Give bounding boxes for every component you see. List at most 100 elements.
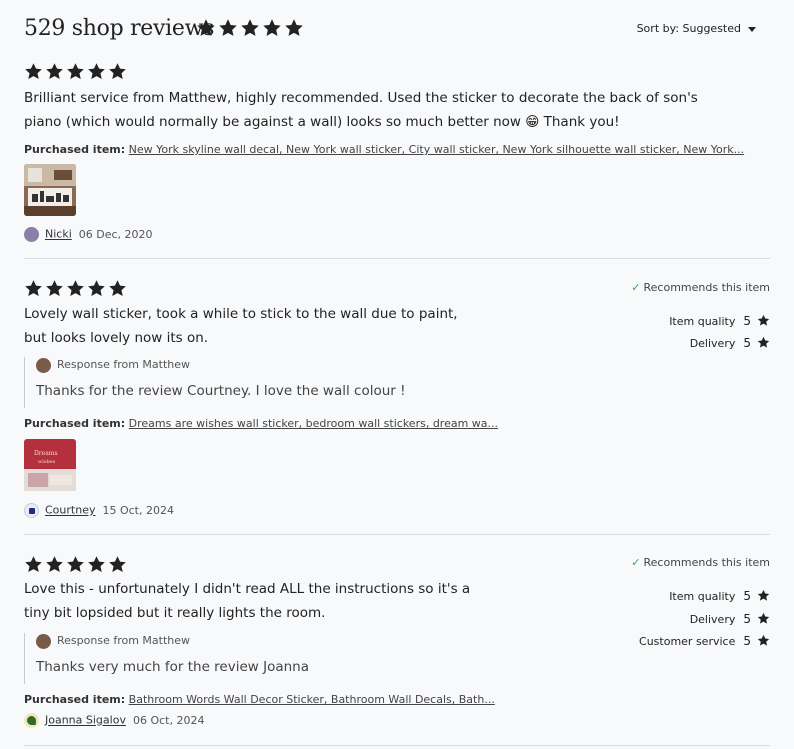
review-text: Brilliant service from Matthew, highly r… <box>24 86 698 134</box>
recommends-label: Recommends this item <box>643 556 771 569</box>
star-icon <box>757 612 770 626</box>
rating-value: 5 <box>743 589 751 603</box>
star-icon <box>67 280 84 297</box>
response-header: Response from Matthew <box>36 633 309 649</box>
recommends-badge: ✓ Recommends this item <box>631 556 770 569</box>
review-text-line: Love this - unfortunately I didn't read … <box>24 581 471 597</box>
reviewer-name[interactable]: Joanna Sigalov <box>45 714 126 727</box>
avatar <box>24 503 39 518</box>
star-icon <box>757 634 770 646</box>
reviewer-name[interactable]: Nicki <box>45 228 72 241</box>
rating-delivery: Delivery 5 <box>690 336 770 350</box>
star-icon <box>109 63 126 80</box>
review-text-line: Lovely wall sticker, took a while to sti… <box>24 306 458 322</box>
review-photo[interactable]: Dreams wishes <box>24 439 76 491</box>
star-icon <box>757 336 770 350</box>
avatar <box>36 357 51 373</box>
check-icon: ✓ <box>631 281 641 294</box>
review-card: ✓ Recommends this item Item quality 5 Deli… <box>24 555 770 745</box>
review-stars <box>24 555 129 574</box>
reviews-count-title: 529 shop reviews <box>24 16 215 41</box>
reviews-header: 529 shop reviews Sort by: Suggested <box>24 14 770 46</box>
star-icon <box>197 19 215 36</box>
star-icon <box>757 336 770 348</box>
seller-response: Response from Matthew Thanks very much f… <box>24 633 309 684</box>
purchased-item: Purchased item: New York skyline wall de… <box>24 143 744 156</box>
divider <box>24 534 770 535</box>
sort-dropdown[interactable]: Sort by: Suggested <box>637 22 756 35</box>
review-date: 06 Oct, 2024 <box>132 713 205 727</box>
review-text-line: Brilliant service from Matthew, highly r… <box>24 90 698 106</box>
review-photo[interactable] <box>24 164 76 216</box>
response-from-label: Response from Matthew <box>57 634 191 647</box>
svg-text:wishes: wishes <box>38 459 56 465</box>
purchased-item: Purchased item: Bathroom Words Wall Deco… <box>24 693 495 706</box>
response-text: Thanks for the review Courtney. I love t… <box>36 383 406 399</box>
purchased-label: Purchased item: <box>24 693 126 706</box>
rating-label: Delivery <box>689 613 736 626</box>
rating-label: Item quality <box>669 315 736 328</box>
star-icon <box>757 314 770 326</box>
star-icon <box>25 280 42 297</box>
review-text-line: but looks lovely now its on. <box>24 330 209 346</box>
avatar <box>24 713 39 728</box>
check-icon: ✓ <box>631 556 641 569</box>
svg-text:Dreams: Dreams <box>34 450 58 457</box>
star-icon <box>757 314 770 328</box>
recommends-badge: ✓ Recommends this item <box>631 281 770 294</box>
rating-value: 5 <box>743 634 751 648</box>
rating-value: 5 <box>743 336 751 350</box>
rating-customer-service: Customer service 5 <box>639 634 770 648</box>
purchased-item: Purchased item: Dreams are wishes wall s… <box>24 417 498 430</box>
rating-item-quality: Item quality 5 <box>669 314 770 328</box>
avatar <box>36 633 51 649</box>
rating-delivery: Delivery 5 <box>690 612 770 626</box>
sort-label: Sort by: Suggested <box>636 22 741 35</box>
recommends-label: Recommends this item <box>643 281 771 294</box>
review-stars <box>24 62 129 81</box>
review-card: Brilliant service from Matthew, highly r… <box>24 62 770 252</box>
response-text: Thanks very much for the review Joanna <box>36 659 310 675</box>
reviewer-name[interactable]: Courtney <box>45 504 95 517</box>
star-icon <box>46 556 63 573</box>
purchased-item-link[interactable]: Bathroom Words Wall Decor Sticker, Bathr… <box>129 693 495 706</box>
star-icon <box>88 63 105 80</box>
purchased-item-link[interactable]: Dreams are wishes wall sticker, bedroom … <box>129 417 498 430</box>
review-text: Love this - unfortunately I didn't read … <box>24 577 470 625</box>
review-text-line: piano (which would normally be against a… <box>24 114 620 130</box>
reviewer-info: Nicki 06 Dec, 2020 <box>24 227 153 242</box>
rating-item-quality: Item quality 5 <box>669 589 770 603</box>
star-icon <box>25 556 42 573</box>
response-from-label: Response from Matthew <box>57 358 191 371</box>
chevron-down-icon <box>748 26 756 32</box>
rating-value: 5 <box>743 612 751 626</box>
divider <box>24 745 770 746</box>
star-icon <box>88 556 105 573</box>
star-icon <box>67 556 84 573</box>
star-icon <box>46 280 63 297</box>
divider <box>24 258 770 259</box>
avatar <box>24 227 39 242</box>
seller-response: Response from Matthew Thanks for the rev… <box>24 357 406 408</box>
star-icon <box>757 589 770 601</box>
star-icon <box>46 63 63 80</box>
review-card: ✓ Recommends this item Item quality 5 Deli… <box>24 279 770 529</box>
review-text: Lovely wall sticker, took a while to sti… <box>24 302 458 350</box>
star-icon <box>757 612 770 624</box>
star-icon <box>109 556 126 573</box>
star-icon <box>109 280 126 297</box>
rating-label: Delivery <box>689 337 736 350</box>
review-date: 06 Dec, 2020 <box>78 227 153 241</box>
star-icon <box>25 63 42 80</box>
star-icon <box>757 634 770 648</box>
purchased-item-link[interactable]: New York skyline wall decal, New York wa… <box>129 143 744 156</box>
rating-label: Customer service <box>639 635 736 648</box>
star-icon <box>67 63 84 80</box>
review-text-line: tiny bit lopsided but it really lights t… <box>24 605 326 621</box>
review-stars <box>24 279 129 298</box>
star-icon <box>263 19 281 36</box>
review-date: 15 Oct, 2024 <box>102 503 174 517</box>
star-icon <box>88 280 105 297</box>
reviewer-info: Courtney 15 Oct, 2024 <box>24 503 174 518</box>
purchased-label: Purchased item: <box>24 417 126 430</box>
